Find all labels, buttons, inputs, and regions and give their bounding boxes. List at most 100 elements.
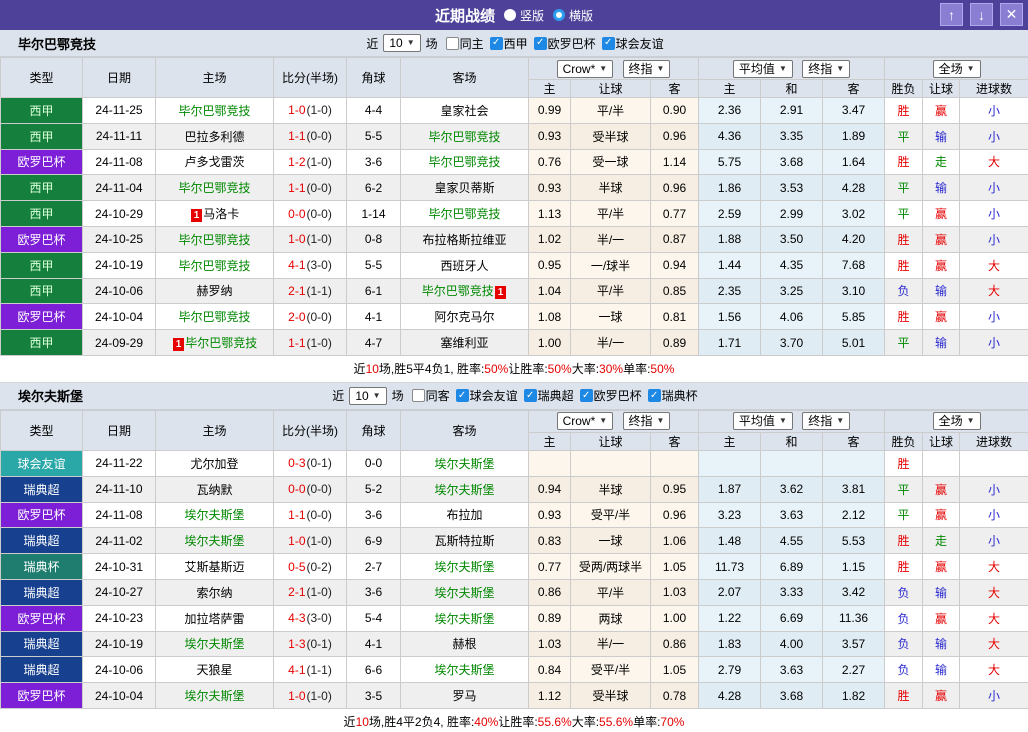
- corner-score: 5-5: [346, 251, 401, 279]
- col-h-line: 让球: [570, 79, 651, 98]
- close-button[interactable]: ✕: [1000, 3, 1023, 26]
- col-home: 主场: [155, 57, 274, 98]
- checkbox-label: 球会友谊: [469, 389, 518, 404]
- result-outcome: 胜: [884, 251, 924, 279]
- league-badge: 瑞典超: [0, 656, 83, 684]
- league-filter-checkbox[interactable]: ✓ 西甲: [489, 35, 528, 52]
- caret-down-icon: ▼: [836, 63, 845, 73]
- league-badge: 球会友谊: [0, 449, 83, 477]
- scroll-down-button[interactable]: ↓: [970, 3, 993, 26]
- average-select[interactable]: 平均值 ▼: [732, 412, 793, 431]
- match-date: 24-10-27: [82, 578, 156, 606]
- result-goals: 大: [959, 630, 1028, 658]
- league-filter-checkbox[interactable]: ✓ 球会友谊: [455, 387, 518, 404]
- summary-part: 10: [355, 714, 369, 729]
- matches-tbody: 球会友谊 24-11-22 尤尔加登 0-3(0-1) 0-0 埃尔夫斯堡胜瑞典超 24-1…: [0, 449, 1028, 709]
- match-score: 1-0(1-0): [273, 682, 347, 709]
- avg-home-odds: 5.75: [698, 148, 762, 176]
- match-score: 4-1(3-0): [273, 251, 347, 279]
- average-select[interactable]: 平均值 ▼: [732, 59, 793, 78]
- handicap-home-odds: 0.84: [528, 656, 571, 684]
- average-index-select[interactable]: 终指 ▼: [802, 412, 851, 431]
- handicap-away-odds: 0.90: [649, 97, 700, 124]
- handicap-line: 半球: [570, 475, 651, 503]
- team-label: 赫根: [452, 637, 477, 652]
- handicap-home-odds: 0.93: [528, 501, 571, 529]
- col-date: 日期: [82, 57, 156, 98]
- scope-select[interactable]: 全场 ▼: [932, 412, 981, 431]
- match-date: 24-11-22: [82, 449, 156, 477]
- league-badge: 瑞典杯: [0, 553, 83, 580]
- result-handicap: 输: [922, 578, 961, 606]
- home-team: 瓦纳默: [155, 475, 274, 503]
- table-row: 欧罗巴杯 24-10-04 埃尔夫斯堡 1-0(1-0) 3-5 罗马 1.12 受半球 0.7…: [0, 682, 1028, 709]
- same-venue-checkbox[interactable]: 同主: [445, 35, 484, 52]
- result-goals: 大: [959, 578, 1028, 606]
- matches-count-select[interactable]: 10 ▼: [383, 34, 421, 52]
- result-goals: 大: [959, 148, 1028, 176]
- league-filter-checkbox[interactable]: ✓ 欧罗巴杯: [533, 35, 596, 52]
- matches-tbody: 西甲 24-11-25 毕尔巴鄂竞技 1-0(1-0) 4-4 皇家社会 0.99 平/半 0.…: [0, 97, 1028, 356]
- result-outcome: 胜: [884, 553, 924, 580]
- away-team: 罗马: [400, 682, 529, 709]
- result-outcome: 平: [884, 475, 924, 503]
- team-label: 埃尔夫斯堡: [434, 456, 495, 471]
- team-label: 毕尔巴鄂竞技: [178, 232, 251, 247]
- result-outcome: 胜: [884, 449, 924, 477]
- result-outcome: 胜: [884, 97, 924, 124]
- avg-home-odds: 1.71: [698, 329, 762, 356]
- league-filter-checkbox[interactable]: ✓ 球会友谊: [601, 35, 664, 52]
- checkbox-label: 球会友谊: [615, 36, 664, 51]
- avg-home-odds: 4.36: [698, 122, 762, 150]
- full-time-score: 1-1: [288, 129, 306, 144]
- result-outcome: 负: [884, 656, 924, 684]
- radio-vertical-layout[interactable]: 竖版: [503, 7, 544, 24]
- handicap-index-select[interactable]: 终指 ▼: [622, 412, 671, 431]
- half-time-score: (0-1): [306, 456, 332, 471]
- summary-part: 10: [365, 361, 379, 376]
- average-index-select[interactable]: 终指 ▼: [802, 59, 851, 78]
- avg-away-odds: 1.89: [822, 122, 886, 150]
- select-value: 全场: [938, 414, 963, 429]
- avg-away-odds: 2.27: [822, 656, 886, 684]
- handicap-home-odds: 1.03: [528, 630, 571, 658]
- handicap-home-odds: 0.77: [528, 553, 571, 580]
- summary-part: 单率:: [633, 715, 661, 730]
- handicap-away-odds: 1.03: [649, 578, 700, 606]
- avg-draw-odds: 3.68: [760, 148, 824, 176]
- scroll-up-button[interactable]: ↑: [940, 3, 963, 26]
- league-filter-checkbox[interactable]: ✓ 欧罗巴杯: [579, 387, 642, 404]
- table-row: 欧罗巴杯 24-11-08 卢多戈雷茨 1-2(1-0) 3-6 毕尔巴鄂竞技 0.76 受一…: [0, 148, 1028, 176]
- corner-score: 6-6: [346, 656, 401, 684]
- away-team: 毕尔巴鄂竞技 1: [400, 277, 529, 305]
- league-filter-checkbox[interactable]: ✓ 瑞典杯: [647, 387, 698, 404]
- same-venue-checkbox[interactable]: 同客: [411, 387, 450, 404]
- team-label: 埃尔夫斯堡: [434, 663, 495, 678]
- radio-horizontal-layout[interactable]: 横版: [553, 7, 593, 24]
- avg-draw-odds: [760, 449, 824, 477]
- league-badge: 西甲: [0, 329, 83, 356]
- summary-part: 近: [353, 362, 366, 377]
- avg-home-odds: 1.48: [698, 527, 762, 555]
- checkbox-checked-icon: ✓: [647, 389, 661, 403]
- scope-select[interactable]: 全场 ▼: [932, 59, 981, 78]
- home-team: 埃尔夫斯堡: [155, 527, 274, 555]
- table-row: 西甲 24-10-19 毕尔巴鄂竞技 4-1(3-0) 5-5 西班牙人 0.95 一/球半 0…: [0, 251, 1028, 279]
- handicap-away-odds: 0.96: [649, 122, 700, 150]
- result-goals: [959, 449, 1028, 477]
- league-badge: 西甲: [0, 251, 83, 279]
- matches-count-select[interactable]: 10 ▼: [349, 386, 387, 405]
- result-goals: 小: [959, 225, 1028, 253]
- handicap-line: 受平/半: [570, 501, 651, 529]
- handicap-index-select[interactable]: 终指 ▼: [622, 59, 671, 78]
- checkbox-label: 欧罗巴杯: [593, 389, 642, 404]
- result-handicap: 输: [922, 656, 961, 684]
- bookmaker-select[interactable]: Crow* ▼: [556, 412, 614, 431]
- league-filter-checkbox[interactable]: ✓ 瑞典超: [523, 387, 574, 404]
- match-score: 2-1(1-0): [273, 578, 347, 606]
- home-team: 赫罗纳: [155, 277, 274, 305]
- bookmaker-select[interactable]: Crow* ▼: [556, 59, 614, 78]
- red-card-badge: 1: [172, 338, 185, 352]
- result-goals: 小: [959, 475, 1028, 503]
- avg-draw-odds: 3.35: [760, 122, 824, 150]
